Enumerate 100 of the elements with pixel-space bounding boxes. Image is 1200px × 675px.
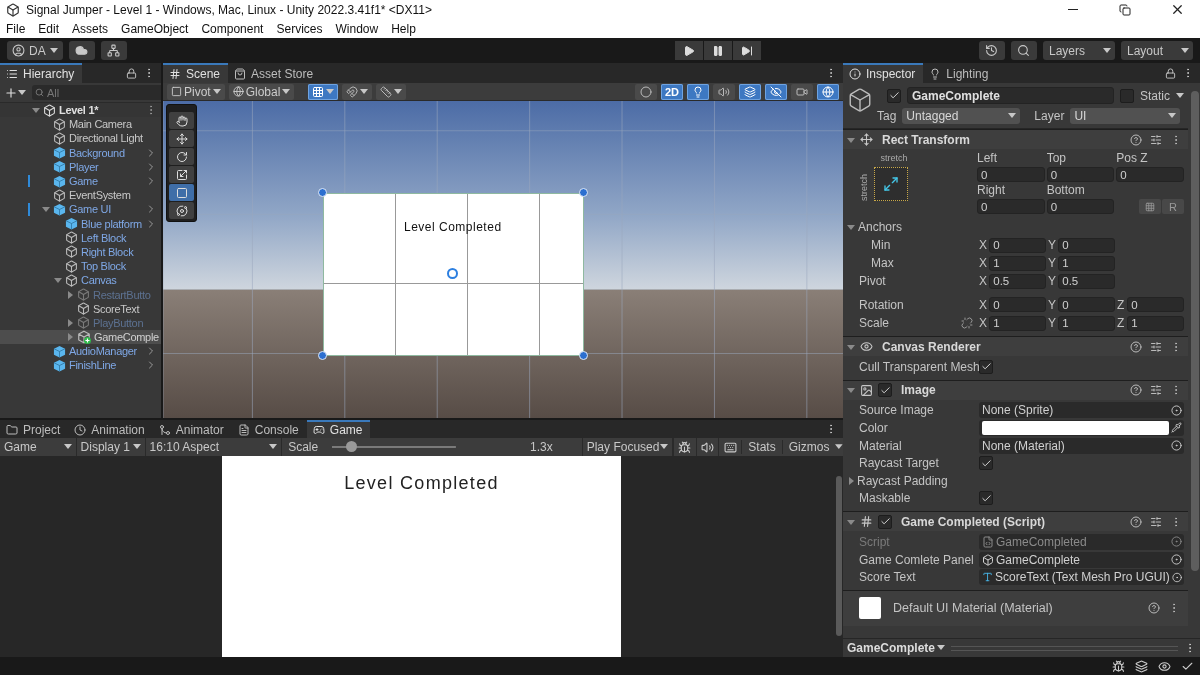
expand-arrow-icon[interactable]: [847, 135, 855, 144]
color-field[interactable]: [979, 420, 1184, 436]
lightbulb-toggle[interactable]: [687, 83, 709, 100]
property-foldout[interactable]: Raycast Padding: [847, 473, 979, 488]
number-field[interactable]: 0: [1046, 199, 1115, 214]
hierarchy-item[interactable]: FinishLine: [0, 358, 161, 373]
speaker-toggle[interactable]: [713, 83, 735, 100]
expand-arrow-icon[interactable]: [847, 342, 855, 351]
component-header[interactable]: Rect Transform: [843, 129, 1188, 149]
picker-icon[interactable]: [1171, 571, 1182, 583]
rect-tool[interactable]: [169, 184, 194, 201]
expand-arrow-icon[interactable]: [847, 517, 855, 526]
number-field[interactable]: 0: [1046, 167, 1115, 182]
number-field[interactable]: 1: [1058, 315, 1115, 331]
panel-tab[interactable]: Game: [306, 420, 371, 438]
object-field[interactable]: ScoreText (Text Mesh Pro UGUI): [979, 569, 1184, 586]
panel-tab[interactable]: Hierarchy: [0, 63, 83, 83]
tag-dropdown[interactable]: Untagged: [902, 108, 1021, 124]
pause-button[interactable]: [703, 41, 732, 60]
checkbox[interactable]: [878, 383, 892, 398]
expand-arrow-icon[interactable]: [847, 223, 855, 231]
magnet-snap-button[interactable]: [342, 83, 373, 100]
help-icon[interactable]: [1148, 602, 1160, 615]
panel-tab[interactable]: Animation: [68, 420, 153, 438]
help-icon[interactable]: [1130, 133, 1142, 146]
layout-dropdown[interactable]: Layout: [1121, 41, 1193, 60]
number-field[interactable]: 0.5: [989, 273, 1046, 289]
object-field[interactable]: None (Sprite): [979, 402, 1184, 419]
expand-arrow-icon[interactable]: [847, 386, 855, 395]
help-icon[interactable]: [1130, 515, 1142, 528]
scrollbar[interactable]: [836, 476, 842, 636]
play-button[interactable]: [674, 41, 703, 60]
checkbox[interactable]: [878, 514, 892, 529]
space-dropdown[interactable]: Global: [228, 83, 295, 100]
gizmos-button[interactable]: Gizmos: [781, 440, 836, 454]
object-dropdown[interactable]: GameComplete: [847, 641, 946, 655]
number-field[interactable]: 0: [1058, 237, 1115, 253]
number-field[interactable]: 0: [1116, 167, 1184, 182]
hierarchy-item[interactable]: Blue platform: [0, 216, 161, 231]
hierarchy-item[interactable]: Background: [0, 145, 161, 160]
object-field[interactable]: None (Material): [979, 437, 1184, 454]
presets-icon[interactable]: [1150, 340, 1162, 353]
pivot-handle[interactable]: [447, 268, 458, 279]
presets-icon[interactable]: [1150, 133, 1162, 146]
number-field[interactable]: 1: [989, 255, 1046, 271]
panel-tab[interactable]: Asset Store: [228, 63, 322, 83]
expand-arrow-icon[interactable]: [847, 476, 855, 485]
number-field[interactable]: 0: [989, 297, 1046, 312]
panel-tab[interactable]: Console: [231, 420, 307, 438]
presets-icon[interactable]: [1150, 384, 1162, 397]
number-field[interactable]: 0: [977, 167, 1045, 182]
lock-icon[interactable]: [1165, 67, 1176, 79]
number-field[interactable]: 0.5: [1058, 273, 1115, 289]
2d-toggle[interactable]: 2D: [660, 83, 683, 100]
scrollbar[interactable]: [1191, 91, 1199, 571]
hierarchy-item[interactable]: Game: [0, 173, 161, 189]
eye-slash-toggle[interactable]: [765, 83, 787, 100]
anchor-handle[interactable]: [579, 351, 588, 360]
layers-toggle[interactable]: [739, 83, 761, 100]
cache-icon[interactable]: [1135, 659, 1148, 673]
checkbox[interactable]: [979, 456, 993, 471]
history-button[interactable]: [979, 41, 1005, 60]
layers-dropdown[interactable]: Layers: [1043, 41, 1115, 60]
menu-item[interactable]: Component: [201, 21, 264, 36]
debug-icon[interactable]: [1112, 659, 1125, 673]
number-field[interactable]: 0: [989, 237, 1046, 253]
hierarchy-item[interactable]: AudioManager: [0, 344, 161, 359]
hierarchy-item[interactable]: Canvas: [0, 273, 161, 288]
checkbox[interactable]: [979, 491, 993, 506]
pivot-dropdown[interactable]: Pivot: [167, 83, 225, 100]
eye-icon[interactable]: [1158, 659, 1171, 673]
menu-item[interactable]: Help: [391, 21, 416, 36]
hand-tool[interactable]: [169, 112, 194, 129]
anchor-handle[interactable]: [318, 188, 327, 197]
component-header[interactable]: Image: [843, 379, 1188, 400]
cube-icon[interactable]: [847, 87, 873, 113]
collab-button[interactable]: [100, 41, 127, 60]
slider-thumb[interactable]: [345, 441, 357, 452]
number-field[interactable]: 0: [1127, 297, 1184, 312]
panel-tab[interactable]: Lighting: [923, 63, 997, 83]
menu-item[interactable]: Edit: [38, 21, 60, 36]
checkbox[interactable]: [1120, 88, 1134, 103]
panel-tab[interactable]: Animator: [152, 420, 232, 438]
menu-item[interactable]: Window: [335, 21, 379, 36]
presets-icon[interactable]: [1150, 515, 1162, 528]
hierarchy-item[interactable]: EventSystem: [0, 188, 161, 203]
sphere-toggle[interactable]: [634, 83, 657, 100]
hierarchy-item[interactable]: Left Block: [0, 230, 161, 245]
checkbox[interactable]: [979, 359, 993, 374]
globe-toggle[interactable]: [817, 83, 839, 100]
expand-arrow-icon[interactable]: [31, 106, 40, 115]
account-button[interactable]: DA: [7, 41, 63, 60]
hierarchy-item[interactable]: Directional Light: [0, 131, 161, 146]
ruler-snap-button[interactable]: [376, 83, 407, 100]
hierarchy-item[interactable]: GameComple: [0, 330, 161, 345]
hierarchy-item[interactable]: Player: [0, 159, 161, 174]
name-field[interactable]: GameComplete: [907, 87, 1114, 104]
checkbox[interactable]: [887, 88, 901, 103]
rotate-tool[interactable]: [169, 148, 194, 165]
blueprint-button[interactable]: [1139, 199, 1161, 214]
